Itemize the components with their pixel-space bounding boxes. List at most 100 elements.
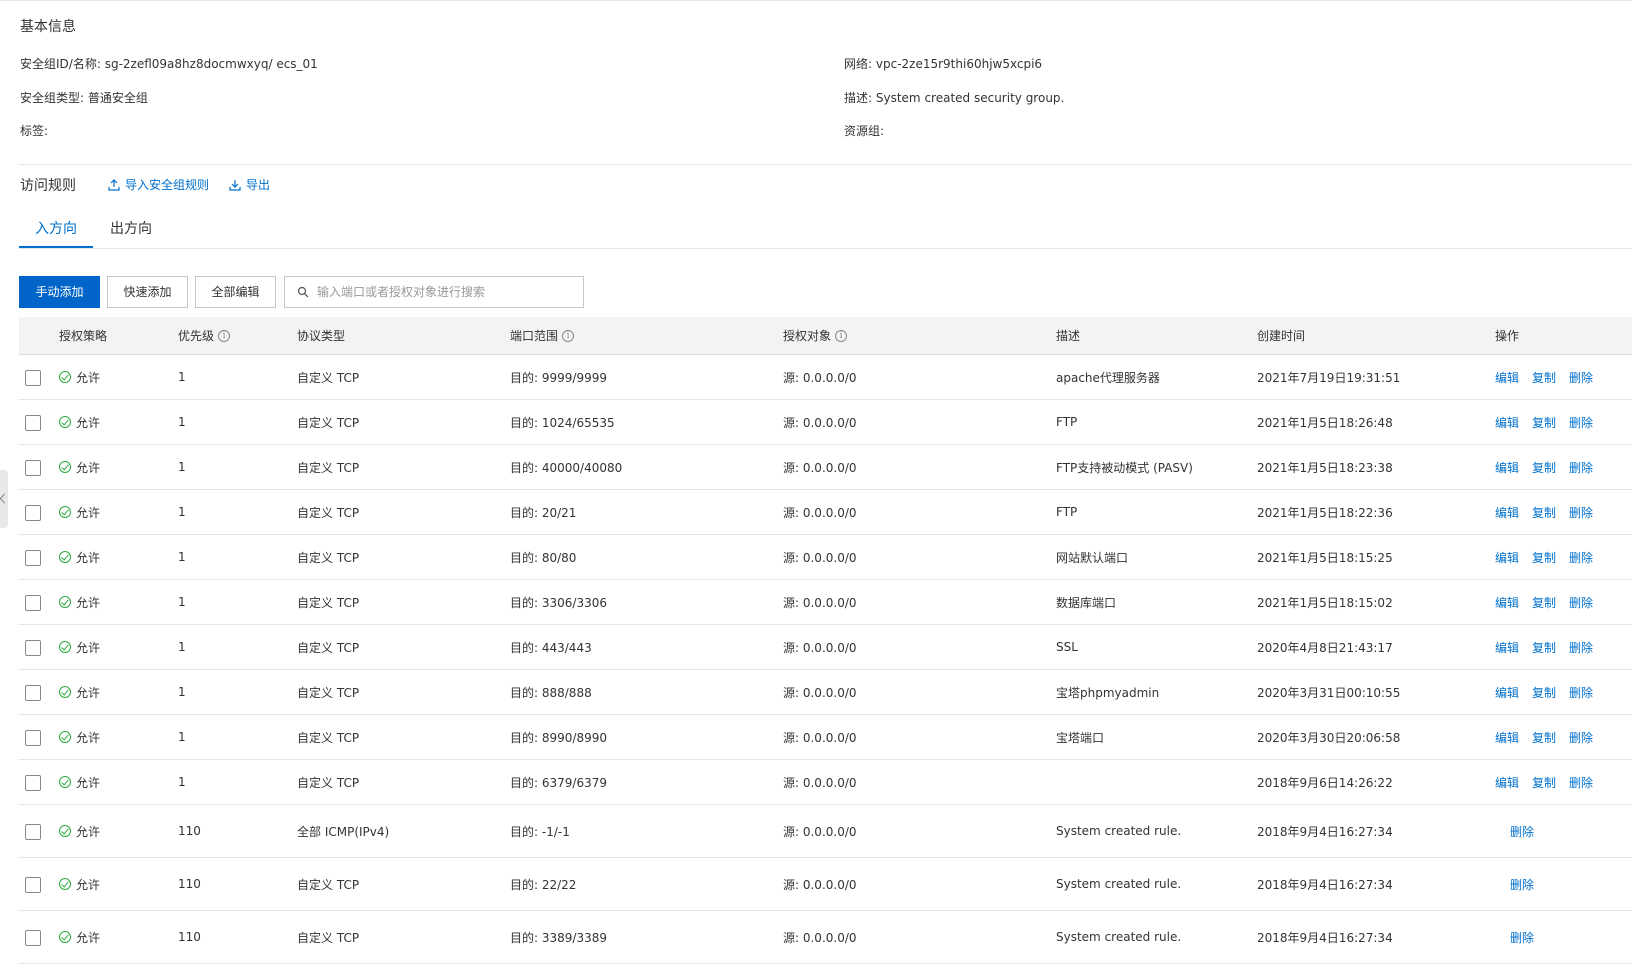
copy-button[interactable]: 复制 (1532, 729, 1556, 746)
upload-icon (108, 178, 120, 191)
edit-button[interactable]: 编辑 (1495, 594, 1519, 611)
delete-button[interactable]: 删除 (1569, 369, 1593, 386)
edit-button[interactable]: 编辑 (1495, 684, 1519, 701)
description-info: 描述: System created security group. (844, 89, 1064, 106)
created-cell: 2018年9月4日16:27:34 (1257, 930, 1393, 945)
delete-button[interactable]: 删除 (1569, 504, 1593, 521)
protocol-cell: 自定义 TCP (297, 505, 360, 520)
protocol-cell: 自定义 TCP (297, 595, 360, 610)
import-rules-button[interactable]: 导入安全组规则 (108, 176, 209, 193)
delete-button[interactable]: 删除 (1569, 594, 1593, 611)
delete-button[interactable]: 删除 (1510, 876, 1534, 893)
delete-button[interactable]: 删除 (1569, 639, 1593, 656)
table-row: 允许 1 自定义 TCP 目的: 1024/65535 源: 0.0.0.0/0 FTP 2… (19, 400, 1632, 445)
created-cell: 2021年1月5日18:15:25 (1257, 550, 1393, 565)
edit-button[interactable]: 编辑 (1495, 729, 1519, 746)
delete-button[interactable]: 删除 (1569, 774, 1593, 791)
description-cell: 宝塔端口 (1056, 730, 1105, 745)
row-checkbox[interactable] (25, 459, 41, 476)
info-icon[interactable]: i (562, 330, 575, 342)
copy-button[interactable]: 复制 (1532, 504, 1556, 521)
policy-cell: 允许 (59, 805, 100, 857)
copy-button[interactable]: 复制 (1532, 414, 1556, 431)
row-checkbox[interactable] (25, 823, 41, 840)
actions-cell: 编辑 复制 删除 (1495, 400, 1606, 444)
manual-add-button[interactable]: 手动添加 (19, 276, 100, 308)
header-target: 授权对象 i (783, 317, 848, 355)
edit-button[interactable]: 编辑 (1495, 774, 1519, 791)
delete-button[interactable]: 删除 (1569, 729, 1593, 746)
row-checkbox[interactable] (25, 684, 41, 701)
copy-button[interactable]: 复制 (1532, 684, 1556, 701)
check-circle-icon (59, 506, 71, 518)
target-cell: 源: 0.0.0.0/0 (783, 505, 857, 520)
created-cell: 2018年9月4日16:27:34 (1257, 877, 1393, 892)
row-checkbox[interactable] (25, 414, 41, 431)
created-cell: 2020年3月30日20:06:58 (1257, 730, 1401, 745)
delete-button[interactable]: 删除 (1569, 414, 1593, 431)
table-row: 允许 1 自定义 TCP 目的: 40000/40080 源: 0.0.0.0/0 FTP… (19, 445, 1632, 490)
copy-button[interactable]: 复制 (1532, 639, 1556, 656)
table-header: 授权策略 优先级 i 协议类型 端口范围 i 授权对象 i 描述 创建时间 操作 (19, 317, 1632, 355)
delete-button[interactable]: 删除 (1569, 459, 1593, 476)
policy-cell: 允许 (59, 670, 100, 714)
description-cell: System created rule. (1056, 877, 1182, 891)
edit-button[interactable]: 编辑 (1495, 369, 1519, 386)
edit-all-button[interactable]: 全部编辑 (195, 276, 276, 308)
check-circle-icon (59, 371, 71, 383)
edit-button[interactable]: 编辑 (1495, 549, 1519, 566)
edit-button[interactable]: 编辑 (1495, 504, 1519, 521)
priority-cell: 110 (178, 824, 201, 838)
check-circle-icon (59, 461, 71, 473)
protocol-cell: 自定义 TCP (297, 685, 360, 700)
export-button[interactable]: 导出 (229, 176, 270, 193)
header-priority-label: 优先级 (178, 329, 215, 343)
edit-button[interactable]: 编辑 (1495, 414, 1519, 431)
tab-outbound[interactable]: 出方向 (94, 212, 168, 248)
row-checkbox[interactable] (25, 594, 41, 611)
priority-cell: 1 (178, 595, 186, 609)
table-row: 允许 1 自定义 TCP 目的: 80/80 源: 0.0.0.0/0 网站默认端口 202… (19, 535, 1632, 580)
port-cell: 目的: 6379/6379 (510, 775, 607, 790)
header-port-label: 端口范围 (510, 329, 559, 343)
info-icon[interactable]: i (218, 330, 231, 342)
row-checkbox[interactable] (25, 369, 41, 386)
row-checkbox[interactable] (25, 639, 41, 656)
sg-type-label: 安全组类型: (20, 91, 85, 105)
copy-button[interactable]: 复制 (1532, 369, 1556, 386)
description-cell: SSL (1056, 640, 1078, 654)
row-checkbox[interactable] (25, 729, 41, 746)
copy-button[interactable]: 复制 (1532, 774, 1556, 791)
description-cell: System created rule. (1056, 824, 1182, 838)
policy-cell: 允许 (59, 911, 100, 963)
copy-button[interactable]: 复制 (1532, 549, 1556, 566)
sg-type-info: 安全组类型: 普通安全组 (20, 89, 148, 106)
delete-button[interactable]: 删除 (1510, 823, 1534, 840)
quick-add-button[interactable]: 快速添加 (107, 276, 188, 308)
policy-text: 允许 (76, 550, 101, 565)
delete-button[interactable]: 删除 (1569, 549, 1593, 566)
tab-inbound[interactable]: 入方向 (19, 212, 93, 248)
tabs-divider (19, 248, 1632, 249)
policy-cell: 允许 (59, 355, 100, 399)
tags-label: 标签: (20, 124, 49, 138)
delete-button[interactable]: 删除 (1569, 684, 1593, 701)
import-rules-label: 导入安全组规则 (125, 178, 210, 192)
port-cell: 目的: 9999/9999 (510, 370, 607, 385)
info-icon[interactable]: i (835, 330, 848, 342)
port-cell: 目的: -1/-1 (510, 824, 570, 839)
row-checkbox[interactable] (25, 876, 41, 893)
check-circle-icon (59, 551, 71, 563)
collapse-handle[interactable] (0, 470, 8, 528)
copy-button[interactable]: 复制 (1532, 594, 1556, 611)
edit-button[interactable]: 编辑 (1495, 639, 1519, 656)
delete-button[interactable]: 删除 (1510, 929, 1534, 946)
row-checkbox[interactable] (25, 929, 41, 946)
search-input[interactable] (317, 285, 577, 299)
row-checkbox[interactable] (25, 549, 41, 566)
row-checkbox[interactable] (25, 774, 41, 791)
edit-button[interactable]: 编辑 (1495, 459, 1519, 476)
row-checkbox[interactable] (25, 504, 41, 521)
target-cell: 源: 0.0.0.0/0 (783, 730, 857, 745)
copy-button[interactable]: 复制 (1532, 459, 1556, 476)
